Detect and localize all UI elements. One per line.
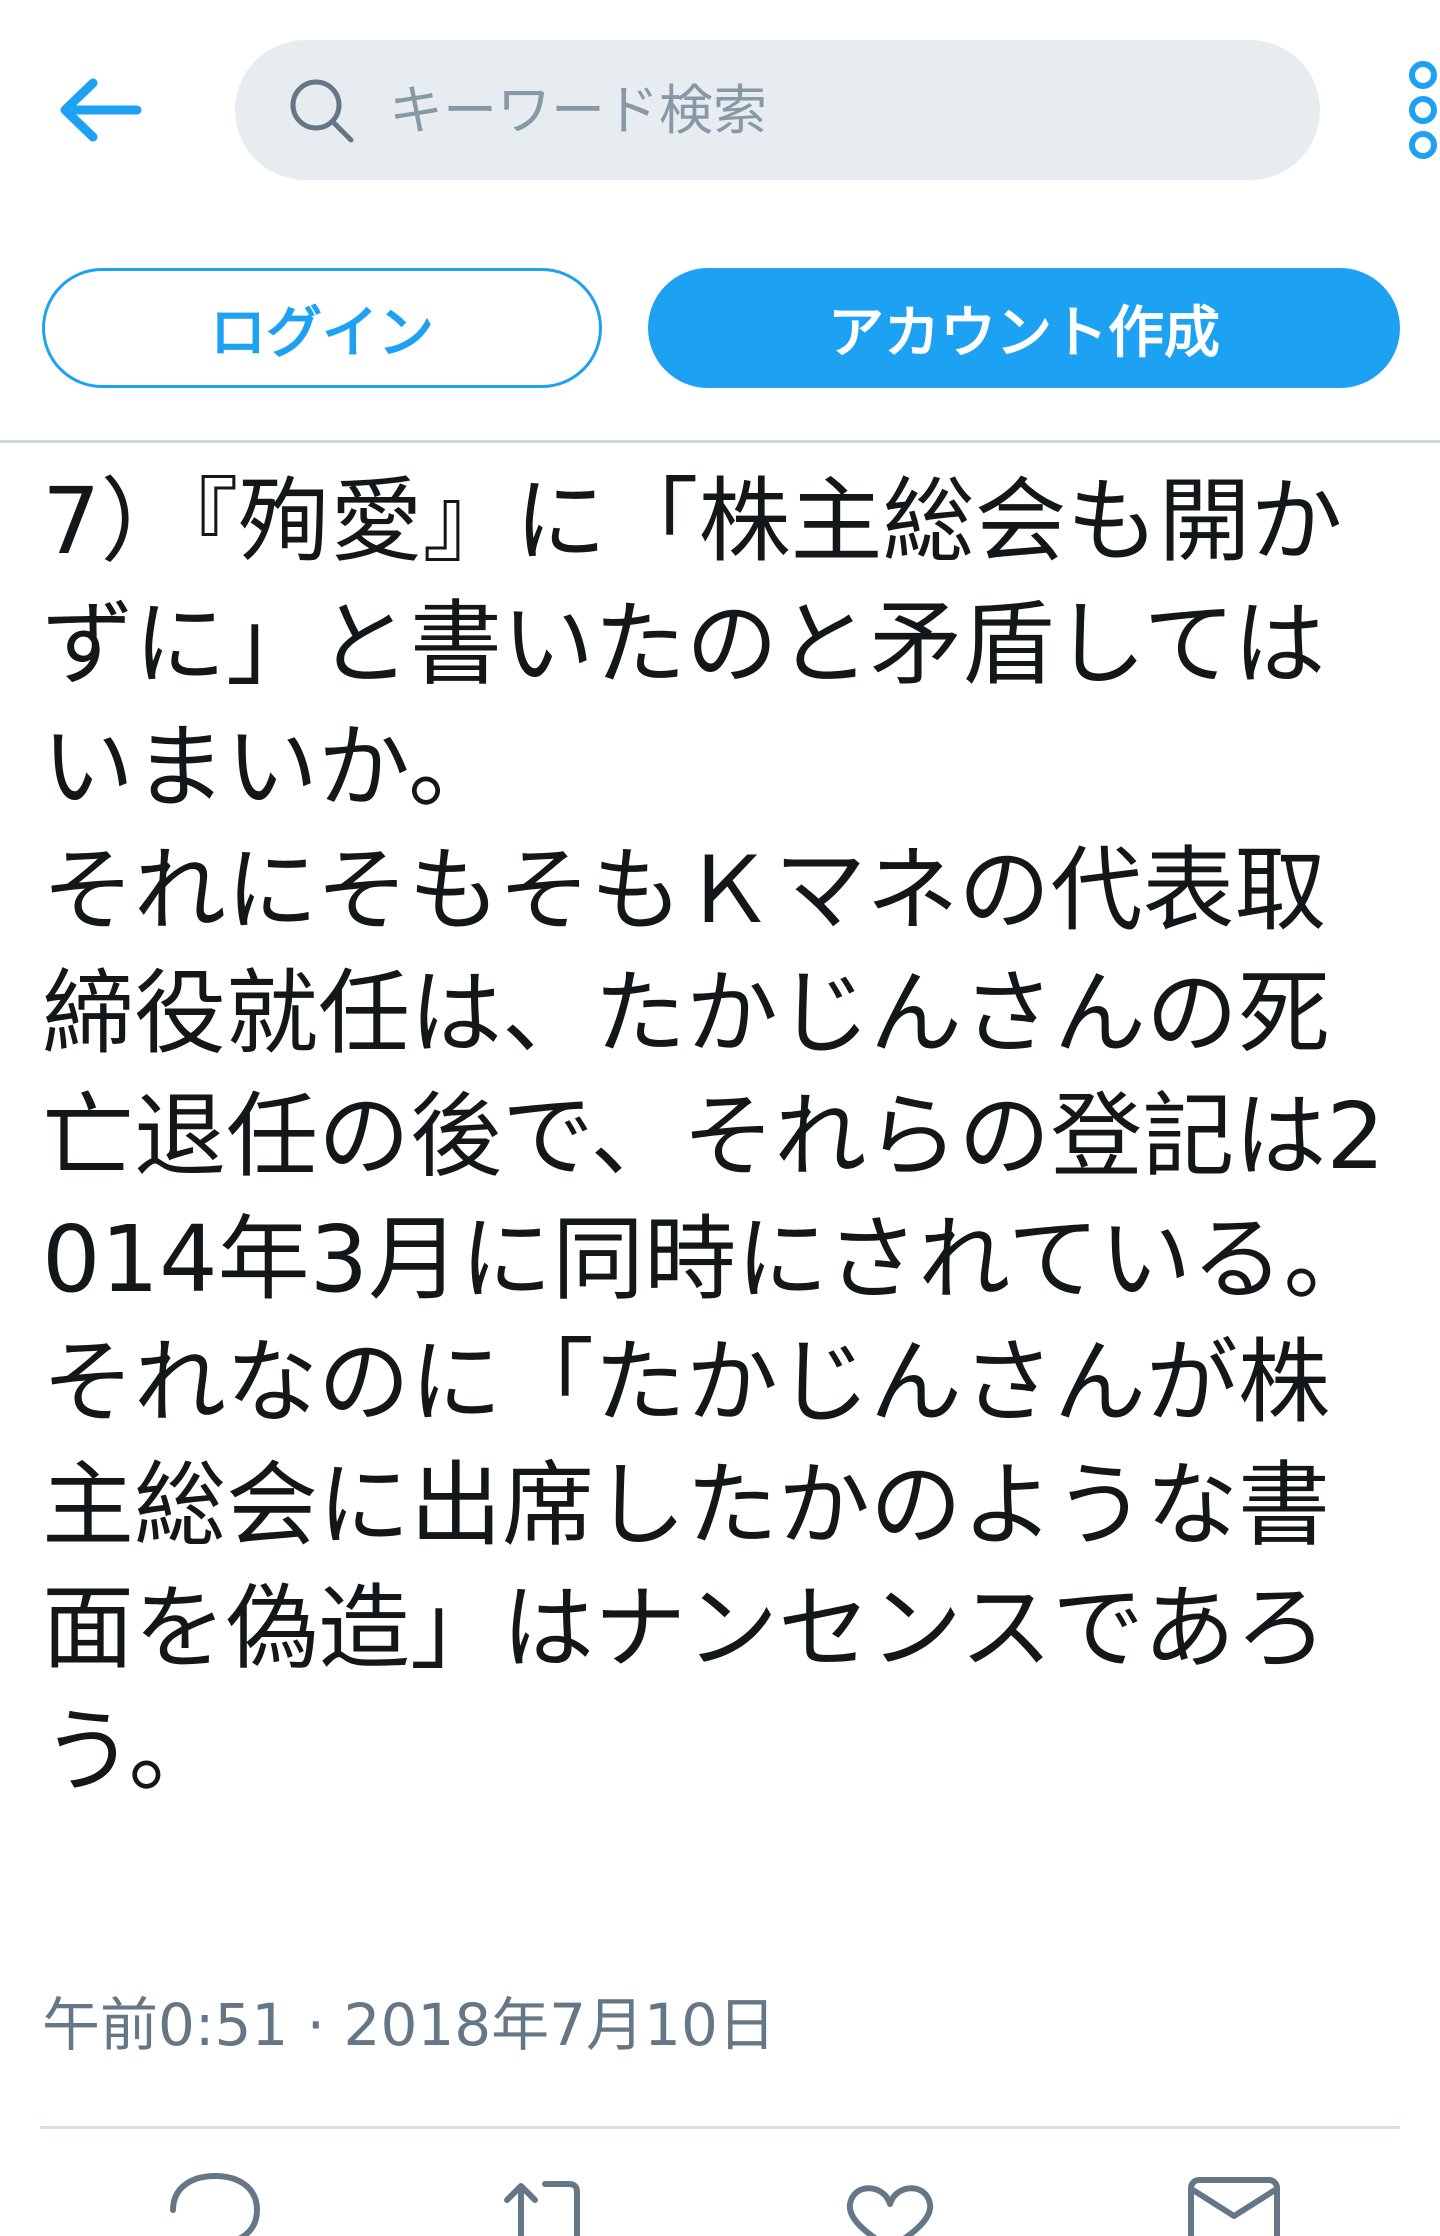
tweet-actions xyxy=(0,2170,1440,2236)
back-button[interactable] xyxy=(50,60,150,160)
header-divider xyxy=(0,440,1440,443)
create-account-button[interactable]: アカウント作成 xyxy=(648,268,1400,388)
reply-button[interactable] xyxy=(165,2170,265,2236)
envelope-icon xyxy=(1188,2177,1280,2236)
more-vertical-icon xyxy=(1409,61,1437,159)
search-icon xyxy=(285,74,357,146)
reply-icon xyxy=(170,2172,261,2236)
back-arrow-icon xyxy=(60,78,142,142)
search-box[interactable] xyxy=(235,40,1320,180)
tweet-divider xyxy=(40,2126,1400,2129)
tweet-timestamp[interactable]: 午前0:51 · 2018年7月10日 xyxy=(42,1978,776,2062)
like-button[interactable] xyxy=(840,2170,940,2236)
top-bar xyxy=(0,0,1440,220)
message-button[interactable] xyxy=(1185,2170,1285,2236)
retweet-icon xyxy=(504,2181,580,2236)
search-input[interactable] xyxy=(387,77,1291,143)
tweet-text: 7）『殉愛』に「株主総会も開かずに」と書いたのと矛盾してはいまいか。 それにそも… xyxy=(42,468,1385,1805)
heart-icon xyxy=(846,2185,934,2236)
retweet-button[interactable] xyxy=(495,2170,595,2236)
auth-buttons: ログイン アカウント作成 xyxy=(0,268,1440,392)
login-button[interactable]: ログイン xyxy=(42,268,602,388)
more-menu-button[interactable] xyxy=(1395,55,1440,165)
